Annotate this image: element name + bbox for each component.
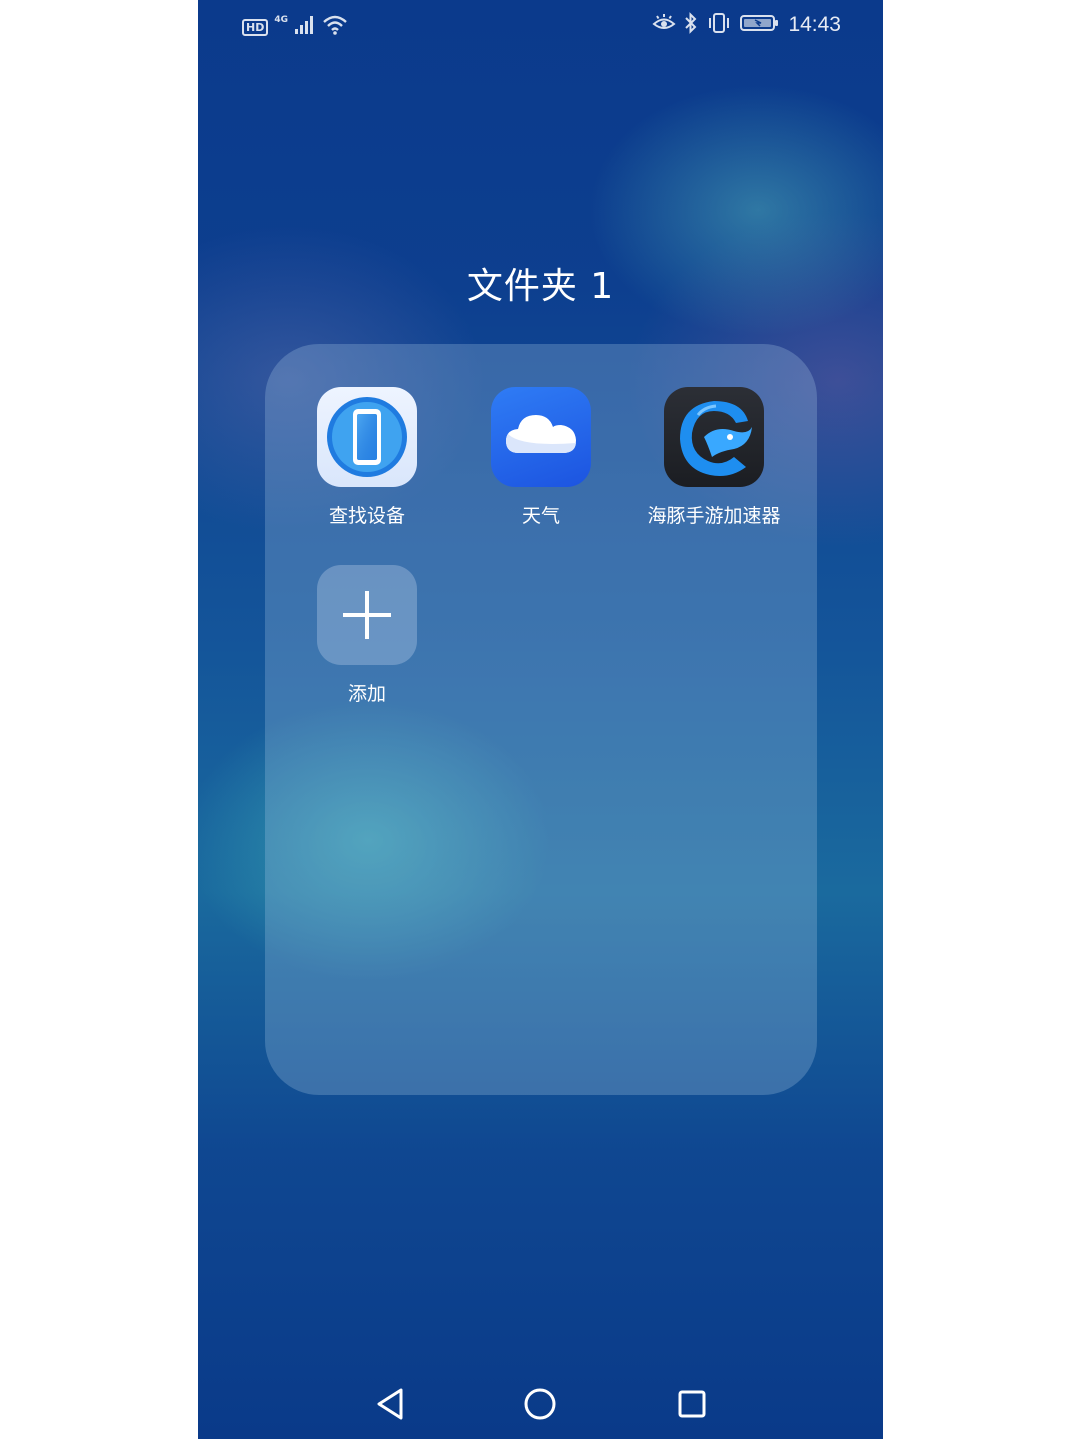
vibrate-icon	[706, 12, 732, 38]
wifi-icon	[322, 14, 348, 40]
navigation-bar	[198, 1370, 883, 1434]
app-label-find-device: 查找设备	[328, 505, 405, 527]
status-right: 14:43	[652, 12, 841, 38]
phone-screen: HD 4G 14:43 文件夹 1 查找设备 天气 海豚手游加速器 添加	[198, 0, 883, 1439]
signal-icon	[294, 15, 316, 39]
folder-title[interactable]: 文件夹 1	[198, 257, 883, 309]
bluetooth-icon	[684, 12, 698, 38]
home-icon[interactable]	[520, 1384, 560, 1424]
app-label-add: 添加	[347, 683, 386, 705]
plus-icon[interactable]	[317, 565, 417, 665]
clock-time: 14:43	[788, 13, 841, 36]
status-left: HD 4G	[242, 14, 348, 40]
folder-panel: 查找设备 天气 海豚手游加速器 添加	[265, 344, 817, 1095]
eye-comfort-icon	[652, 13, 676, 37]
dolphin-accelerator-icon[interactable]	[664, 387, 764, 487]
app-dolphin-accelerator[interactable]: 海豚手游加速器	[624, 387, 804, 528]
network-type-label: 4G	[274, 15, 288, 25]
add-app-button[interactable]: 添加	[277, 565, 457, 706]
hd-badge: HD	[242, 18, 269, 36]
status-bar: HD 4G 14:43	[198, 0, 883, 54]
recents-icon[interactable]	[672, 1384, 712, 1424]
app-find-device[interactable]: 查找设备	[277, 387, 457, 528]
app-label-weather: 天气	[521, 505, 560, 527]
battery-icon	[740, 13, 780, 37]
weather-icon[interactable]	[491, 387, 591, 487]
app-weather[interactable]: 天气	[451, 387, 631, 528]
app-label-dolphin-accelerator: 海豚手游加速器	[647, 505, 781, 527]
find-device-icon[interactable]	[317, 387, 417, 487]
back-icon[interactable]	[370, 1384, 410, 1424]
